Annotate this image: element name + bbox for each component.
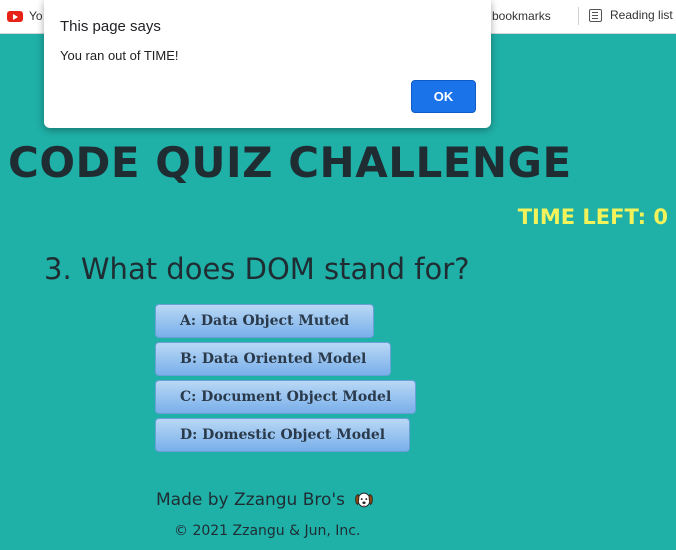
copyright: © 2021 Zzangu & Jun, Inc. [174, 523, 361, 539]
answer-button-c[interactable]: C: Document Object Model [155, 380, 417, 414]
reading-list-icon [589, 8, 602, 22]
reading-list-button[interactable]: Reading list [589, 8, 673, 22]
dialog-title: This page says [60, 18, 161, 35]
youtube-icon [7, 10, 23, 22]
page-title: CODE QUIZ CHALLENGE [8, 138, 572, 187]
answer-button-b[interactable]: B: Data Oriented Model [155, 342, 392, 376]
question-text: 3. What does DOM stand for? [44, 252, 470, 286]
bookmarks-divider [578, 7, 579, 25]
timer: TIME LEFT: 0 [517, 205, 668, 229]
ok-button[interactable]: OK [411, 80, 476, 113]
credit-text: Made by Zzangu Bro's [156, 490, 345, 510]
credit: Made by Zzangu Bro's [156, 489, 375, 511]
bookmark-youtube[interactable]: Yo [7, 9, 43, 23]
answer-button-a[interactable]: A: Data Object Muted [155, 304, 375, 338]
reading-list-label: Reading list [610, 8, 673, 22]
answer-list: A: Data Object Muted B: Data Oriented Mo… [155, 304, 417, 456]
bookmark-youtube-label: Yo [29, 9, 43, 23]
dialog-message: You ran out of TIME! [60, 48, 179, 63]
answer-button-d[interactable]: D: Domestic Object Model [155, 418, 411, 452]
dog-icon [355, 492, 373, 508]
alert-dialog: This page says You ran out of TIME! OK [44, 0, 491, 128]
